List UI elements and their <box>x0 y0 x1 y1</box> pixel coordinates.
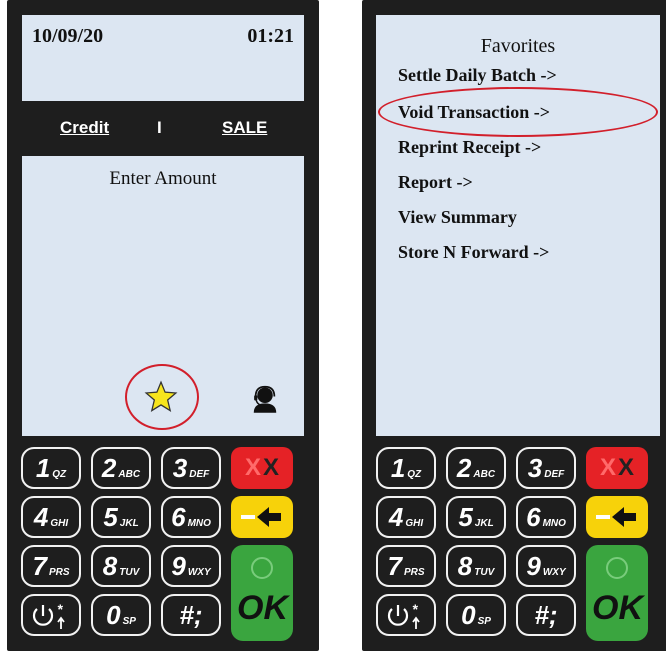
menu-item-view-summary[interactable]: View Summary <box>398 207 517 228</box>
date-display: 10/09/20 <box>32 25 104 47</box>
key-0[interactable]: 0 SP <box>446 594 506 636</box>
enter-indicator-icon <box>606 557 628 579</box>
card-type-label[interactable]: Credit <box>60 118 109 138</box>
power-icon: * <box>32 601 65 629</box>
key-0[interactable]: 0 SP <box>91 594 151 636</box>
cancel-icon: X <box>618 454 635 481</box>
ok-label: OK <box>592 589 643 627</box>
svg-text:*: * <box>57 601 63 617</box>
key-7[interactable]: 7 PRS <box>21 545 81 587</box>
key-6[interactable]: 6 MNO <box>516 496 576 538</box>
key-6[interactable]: 6 MNO <box>161 496 221 538</box>
key-hash[interactable]: #; <box>516 594 576 636</box>
ok-label: OK <box>237 589 288 627</box>
key-4[interactable]: 4 GHI <box>376 496 436 538</box>
enter-indicator-icon <box>251 557 273 579</box>
favorites-title: Favorites <box>480 35 556 57</box>
key-1[interactable]: 1 QZ <box>376 447 436 489</box>
key-4[interactable]: 4 GHI <box>21 496 81 538</box>
key-9[interactable]: 9 WXY <box>161 545 221 587</box>
favorites-screen: Favorites Settle Daily Batch -> Void Tra… <box>376 15 660 436</box>
menu-item-reprint-receipt[interactable]: Reprint Receipt -> <box>398 137 541 158</box>
terminal-right: Favorites Settle Daily Batch -> Void Tra… <box>362 0 666 651</box>
key-5[interactable]: 5 JKL <box>446 496 506 538</box>
transaction-mode-bar: Credit I SALE <box>22 118 304 142</box>
svg-text:*: * <box>412 601 418 617</box>
power-icon: * <box>387 601 420 629</box>
menu-item-settle-daily-batch[interactable]: Settle Daily Batch -> <box>398 65 557 86</box>
key-power[interactable]: * <box>21 594 81 636</box>
menu-item-store-n-forward[interactable]: Store N Forward -> <box>398 242 549 263</box>
key-9[interactable]: 9 WXY <box>516 545 576 587</box>
cancel-icon-shadow: X <box>244 454 261 481</box>
enter-ok-button[interactable]: OK <box>586 545 648 641</box>
enter-amount-prompt: Enter Amount <box>109 168 217 189</box>
cancel-icon-shadow: X <box>599 454 616 481</box>
backspace-icon <box>596 507 636 527</box>
key-3[interactable]: 3 DEF <box>516 447 576 489</box>
time-display: 01:21 <box>247 25 294 47</box>
cancel-button[interactable]: X X <box>586 447 648 489</box>
key-5[interactable]: 5 JKL <box>91 496 151 538</box>
headset-icon[interactable] <box>250 384 280 414</box>
enter-ok-button[interactable]: OK <box>231 545 293 641</box>
star-icon[interactable] <box>144 380 178 414</box>
status-screen: 10/09/20 01:21 <box>22 15 304 101</box>
mode-separator: I <box>157 118 162 137</box>
main-screen: Enter Amount <box>22 156 304 436</box>
key-1[interactable]: 1 QZ <box>21 447 81 489</box>
clear-button[interactable] <box>231 496 293 538</box>
void-transaction-highlight-ring <box>378 87 658 137</box>
key-3[interactable]: 3 DEF <box>161 447 221 489</box>
key-8[interactable]: 8 TUV <box>446 545 506 587</box>
clear-button[interactable] <box>586 496 648 538</box>
key-2[interactable]: 2 ABC <box>446 447 506 489</box>
cancel-icon: X <box>263 454 280 481</box>
key-7[interactable]: 7 PRS <box>376 545 436 587</box>
cancel-button[interactable]: X X <box>231 447 293 489</box>
key-power[interactable]: * <box>376 594 436 636</box>
key-8[interactable]: 8 TUV <box>91 545 151 587</box>
backspace-icon <box>241 507 281 527</box>
transaction-type-label[interactable]: SALE <box>222 118 267 138</box>
menu-item-report[interactable]: Report -> <box>398 172 473 193</box>
key-2[interactable]: 2 ABC <box>91 447 151 489</box>
terminal-left: 10/09/20 01:21 Credit I SALE Enter Amoun… <box>7 0 319 651</box>
key-hash[interactable]: #; <box>161 594 221 636</box>
